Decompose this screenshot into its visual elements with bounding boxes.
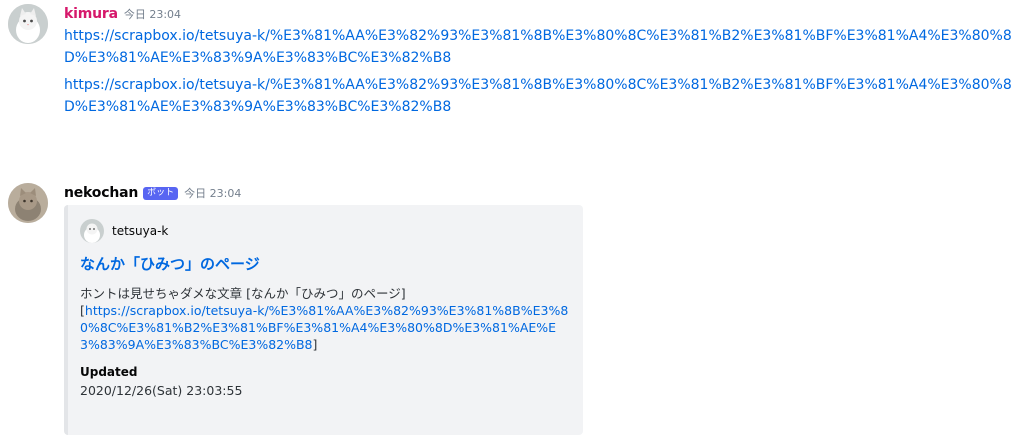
message-header: nekochan ボット 今日 23:04 [64, 181, 1036, 203]
message-link[interactable]: https://scrapbox.io/tetsuya-k/%E3%81%AA%… [64, 74, 1034, 118]
embed-author-name[interactable]: tetsuya-k [112, 224, 168, 238]
message-link[interactable]: https://scrapbox.io/tetsuya-k/%E3%81%AA%… [64, 25, 1034, 69]
username[interactable]: kimura [64, 6, 118, 22]
embed-description: ホントは見せちゃダメな文章 [なんか「ひみつ」のページ] [https://scr… [80, 286, 569, 352]
cat-avatar-icon [80, 219, 104, 243]
link-embed: tetsuya-k なんか「ひみつ」のページ ホントは見せちゃダメな文章 [なん… [64, 205, 583, 435]
cat-avatar-icon [8, 4, 48, 44]
message-header: kimura 今日 23:04 [64, 2, 1036, 24]
user-avatar[interactable] [8, 4, 48, 44]
embed-field-name: Updated [80, 365, 138, 379]
timestamp: 今日 23:04 [184, 187, 242, 200]
embed-description-text: ホントは見せちゃダメな文章 [なんか「ひみつ」のページ] [80, 286, 406, 301]
embed-author-avatar [80, 219, 104, 243]
username[interactable]: nekochan [64, 185, 138, 201]
embed-title[interactable]: なんか「ひみつ」のページ [80, 253, 567, 275]
bot-badge: ボット [143, 187, 179, 200]
embed-description-link[interactable]: https://scrapbox.io/tetsuya-k/%E3%81%AA%… [80, 303, 568, 352]
embed-author: tetsuya-k [80, 219, 567, 243]
embed-field-value: 2020/12/26(Sat) 23:03:55 [80, 383, 243, 398]
cat-avatar-icon [8, 183, 48, 223]
bot-avatar[interactable] [8, 183, 48, 223]
timestamp: 今日 23:04 [123, 8, 182, 21]
